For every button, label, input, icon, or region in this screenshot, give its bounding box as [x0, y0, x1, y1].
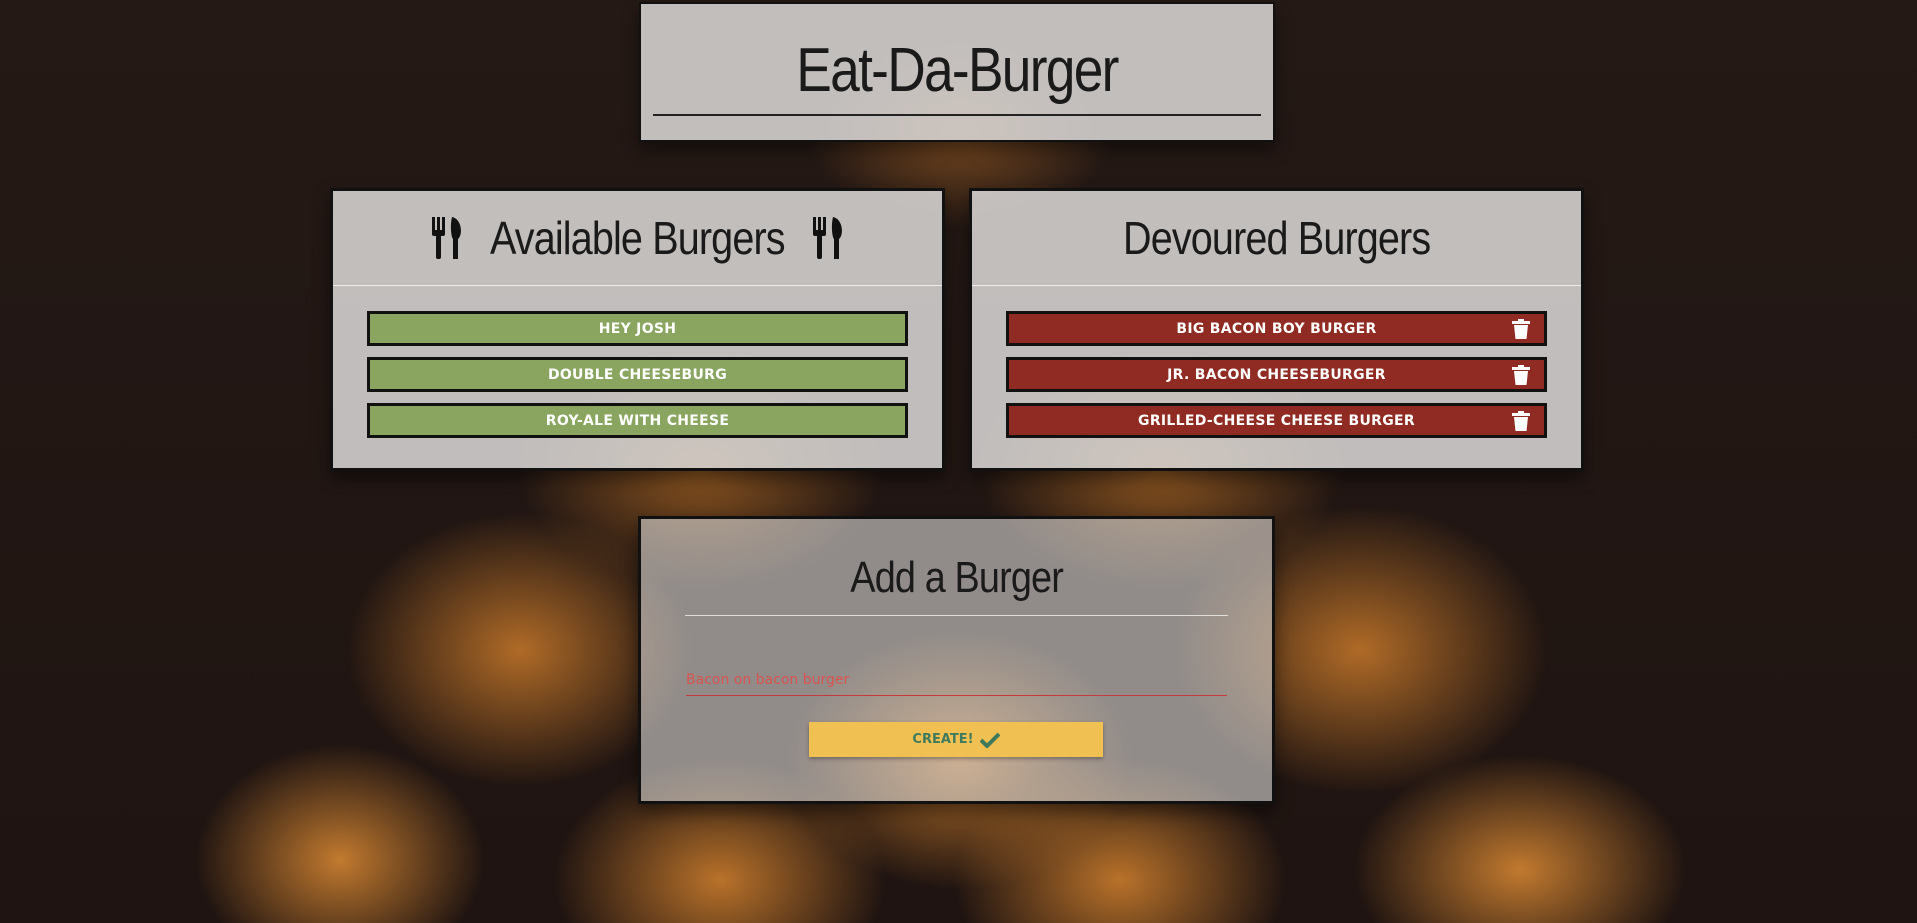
trash-icon[interactable]	[1512, 365, 1530, 385]
check-icon	[979, 732, 1000, 748]
burger-name: JR. BACON CHEESEBURGER	[1167, 366, 1386, 383]
devour-button[interactable]: DOUBLE CHEESEBURG	[367, 357, 908, 392]
burger-name: HEY JOSH	[598, 320, 677, 337]
available-burgers-header: Available Burgers	[333, 191, 942, 286]
devoured-burgers-header: Devoured Burgers	[972, 191, 1581, 286]
add-burger-panel: Add a Burger CREATE!	[638, 516, 1275, 804]
burger-name: ROY-ALE WITH CHEESE	[545, 412, 730, 429]
utensils-icon	[432, 217, 462, 259]
devour-button[interactable]: ROY-ALE WITH CHEESE	[367, 403, 908, 438]
devoured-burgers-list: BIG BACON BOY BURGER JR. BACON CHEESEBUR…	[1006, 311, 1547, 449]
devour-button[interactable]: HEY JOSH	[367, 311, 908, 346]
available-burgers-panel: Available Burgers HEY JOSH DOUBLE CHEESE…	[330, 188, 945, 471]
trash-icon[interactable]	[1512, 319, 1530, 339]
burger-name: BIG BACON BOY BURGER	[1176, 320, 1377, 337]
devoured-burger-item: JR. BACON CHEESEBURGER	[1006, 357, 1547, 392]
title-underline	[653, 114, 1261, 116]
devoured-burger-item: GRILLED-CHEESE CHEESE BURGER	[1006, 403, 1547, 438]
create-button[interactable]: CREATE!	[809, 722, 1103, 757]
add-burger-divider	[685, 615, 1228, 616]
title-panel: Eat-Da-Burger	[639, 2, 1275, 142]
devoured-burgers-title: Devoured Burgers	[1122, 212, 1431, 264]
devoured-burgers-panel: Devoured Burgers BIG BACON BOY BURGER JR…	[969, 188, 1584, 471]
available-burgers-list: HEY JOSH DOUBLE CHEESEBURG ROY-ALE WITH …	[367, 311, 908, 449]
create-button-label: CREATE!	[912, 732, 974, 747]
burger-name: DOUBLE CHEESEBURG	[547, 366, 728, 383]
add-burger-title: Add a Burger	[641, 553, 1272, 603]
trash-icon[interactable]	[1512, 411, 1530, 431]
burger-name-input[interactable]	[686, 665, 1227, 696]
add-burger-title-text: Add a Burger	[850, 553, 1064, 602]
burger-name: GRILLED-CHEESE CHEESE BURGER	[1138, 412, 1415, 429]
available-burgers-title: Available Burgers	[490, 212, 786, 264]
devoured-burger-item: BIG BACON BOY BURGER	[1006, 311, 1547, 346]
page-title: Eat-Da-Burger	[796, 36, 1119, 105]
utensils-icon	[812, 217, 842, 259]
